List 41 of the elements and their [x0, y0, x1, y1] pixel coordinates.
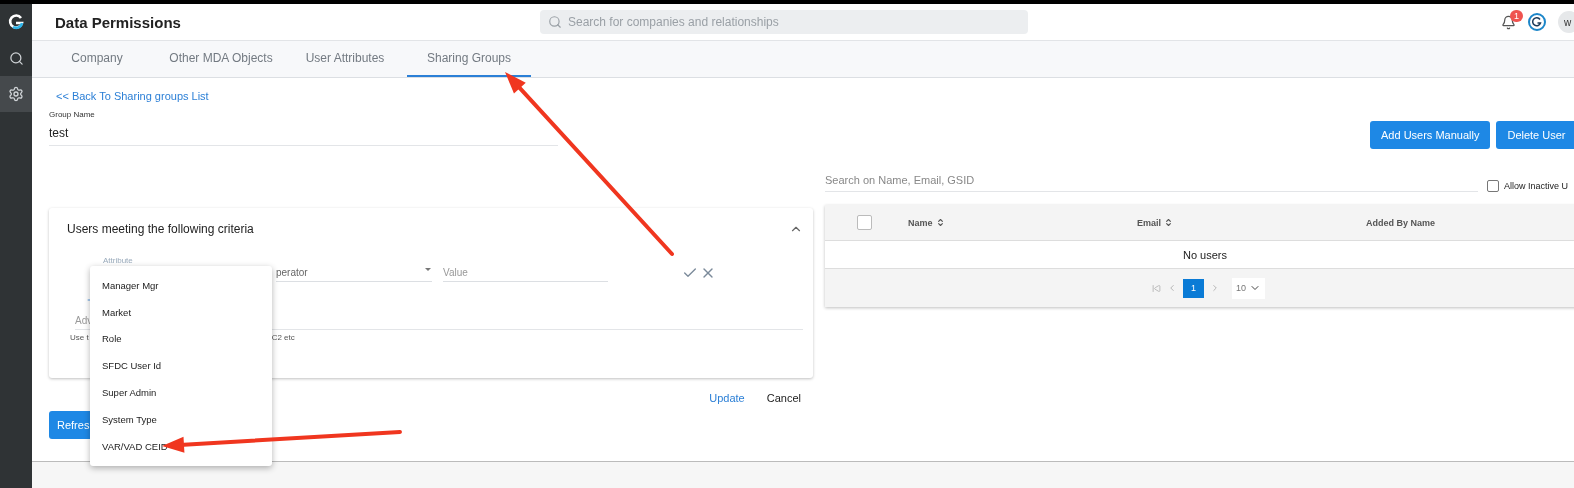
sort-icon — [935, 218, 945, 227]
column-header[interactable]: Added By Name — [1366, 217, 1574, 228]
menu-item[interactable]: Super Admin — [90, 379, 272, 406]
search-icon — [548, 15, 562, 29]
logo-icon — [8, 14, 24, 30]
settings-nav-item[interactable] — [0, 76, 32, 112]
column-header[interactable]: Email — [1137, 217, 1366, 228]
cancel-button[interactable]: Cancel — [766, 392, 801, 404]
menu-item[interactable]: SFDC User Id — [90, 352, 272, 380]
user-avatar[interactable]: w — [1558, 11, 1574, 33]
page-title: Data Permissions — [55, 13, 182, 31]
settings-icon — [8, 86, 24, 102]
hint-text: C2 etc — [271, 333, 295, 342]
caret-icon — [424, 267, 432, 272]
page-size-select[interactable]: 10 — [1232, 277, 1265, 299]
previous-page-icon — [1167, 283, 1177, 293]
back-link[interactable]: << Back To Sharing groups List — [56, 90, 209, 102]
add-users-button[interactable]: Add Users Manually — [1370, 121, 1491, 149]
tab[interactable]: Other MDA Objects — [159, 41, 283, 77]
group-name-field[interactable]: test — [49, 119, 558, 146]
first-page-icon — [1152, 283, 1161, 293]
user-search-field[interactable]: Search on Name, Email, GSID — [825, 174, 1478, 192]
app-logo-icon[interactable] — [1528, 13, 1546, 31]
field-label: Attribute — [103, 256, 134, 265]
notification-badge: 1 — [1510, 9, 1523, 22]
tab[interactable]: User Attributes — [283, 41, 407, 77]
card-title: Users meeting the following criteria — [67, 222, 254, 236]
page-button[interactable]: 1 — [1183, 278, 1204, 298]
menu-item[interactable]: Manager Mgr — [90, 272, 272, 299]
column-header[interactable]: Name — [908, 217, 1137, 228]
next-page-icon — [1210, 283, 1220, 293]
sort-icon — [1164, 218, 1173, 227]
field-label: Group Name — [49, 110, 96, 119]
search-icon — [8, 50, 24, 66]
operator-select[interactable]: perator — [276, 267, 432, 282]
tab[interactable]: Company — [35, 41, 159, 77]
bell-icon — [1501, 14, 1516, 30]
delete-users-button[interactable]: Delete User — [1496, 121, 1574, 149]
update-button[interactable]: Update — [709, 392, 745, 404]
select-all-checkbox[interactable] — [857, 215, 872, 230]
hint-text: Use t — [70, 333, 89, 342]
